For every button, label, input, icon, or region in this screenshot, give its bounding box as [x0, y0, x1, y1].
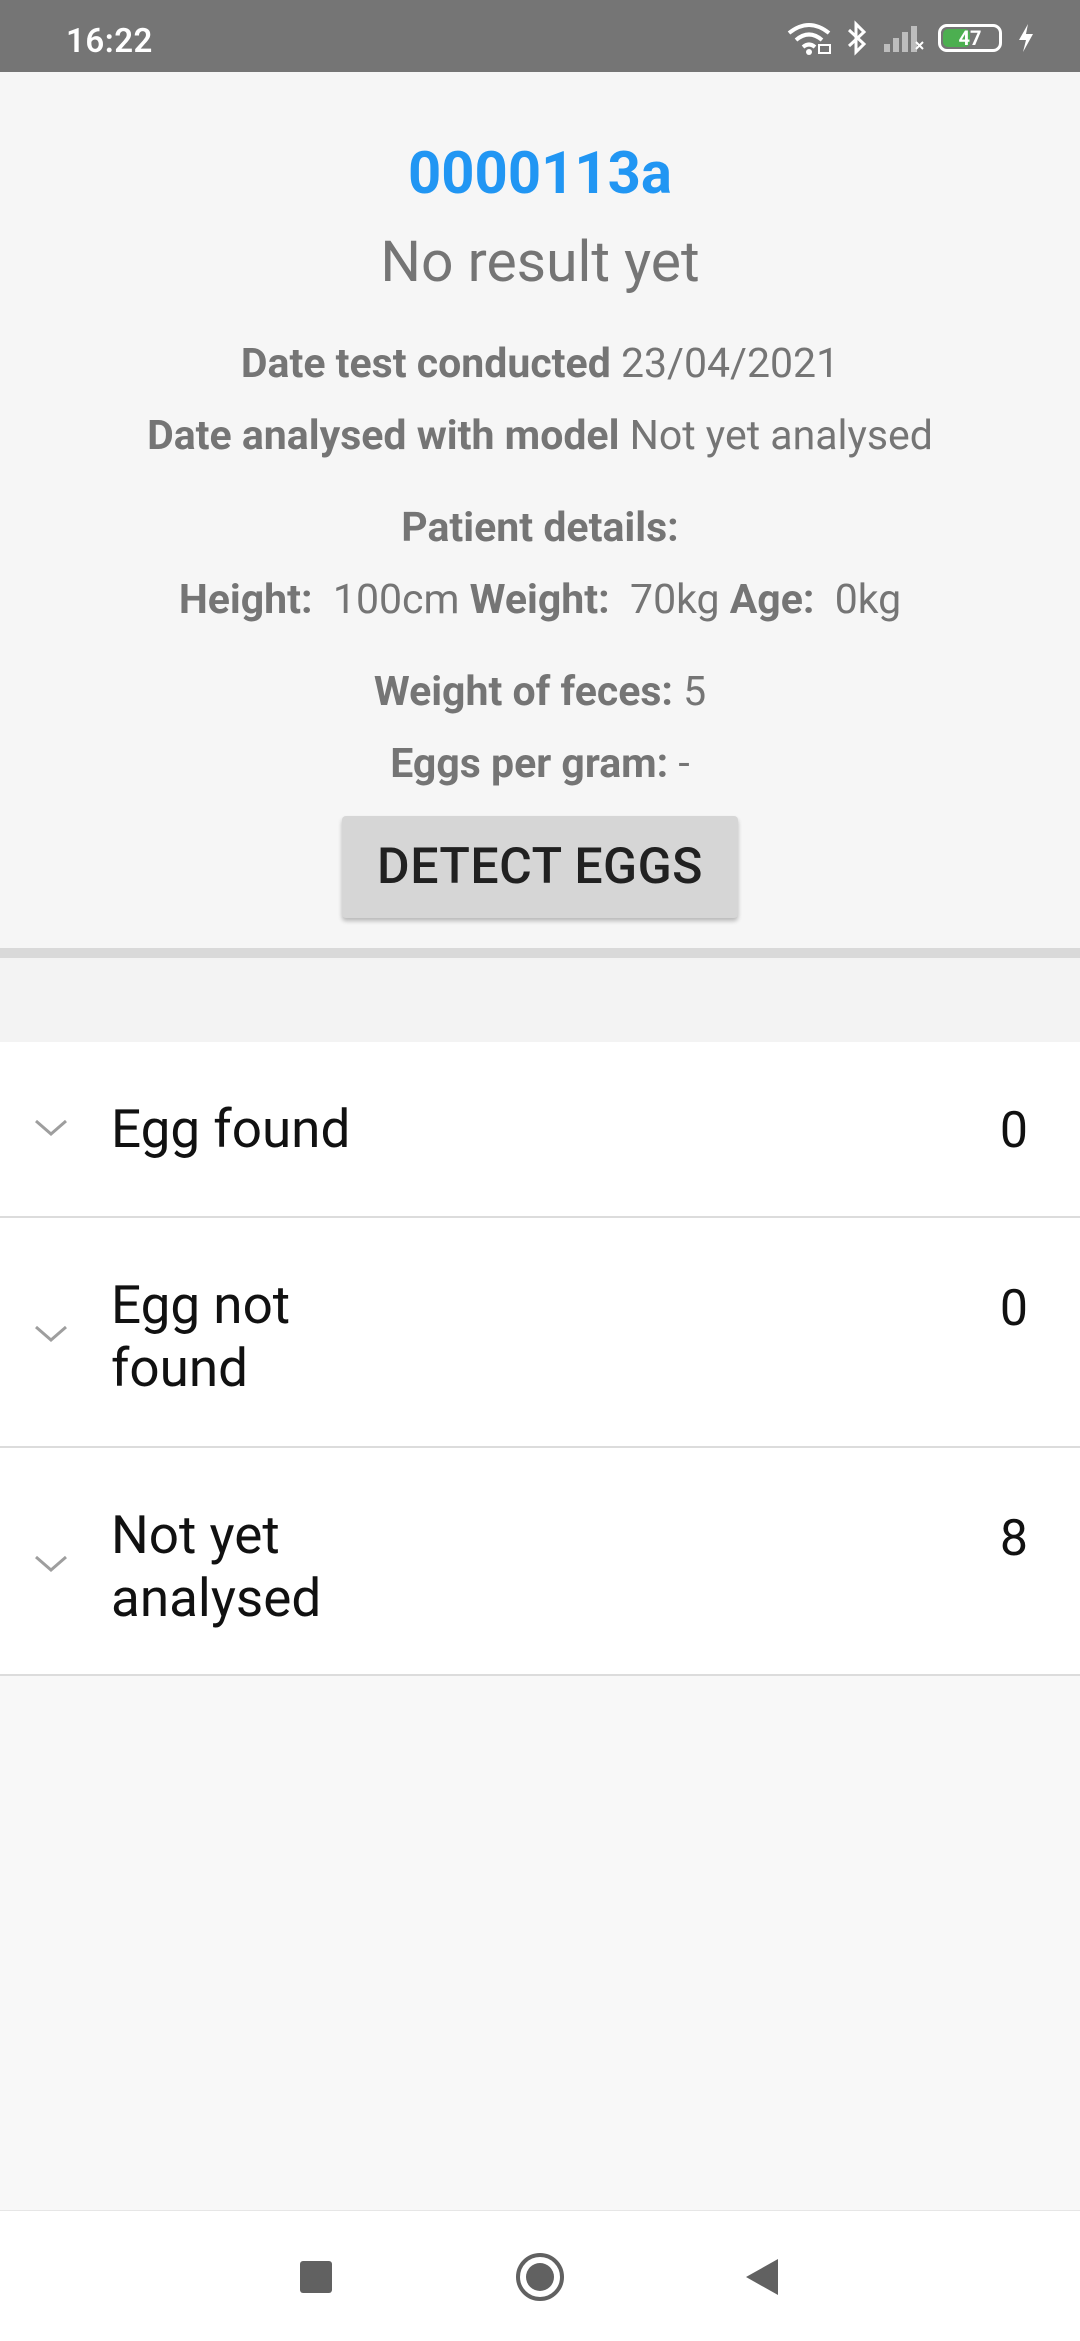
date-analysed-label: Date analysed with model	[147, 412, 620, 460]
age-value: 0kg	[834, 576, 902, 624]
back-button[interactable]	[736, 2251, 788, 2303]
feces-weight-row: Weight of feces: 5	[0, 668, 1080, 716]
group-not-yet-analysed[interactable]: Not yet analysed 8	[0, 1448, 1080, 1676]
chevron-down-icon	[34, 1554, 68, 1578]
height-label: Height:	[178, 576, 313, 624]
group-label: Egg not found	[111, 1274, 291, 1399]
signal-icon	[882, 22, 924, 54]
group-count: 0	[999, 1280, 1028, 1338]
sample-details: 0000113a No result yet Date test conduct…	[0, 72, 1080, 948]
charging-icon	[1016, 22, 1036, 54]
battery-level: 47	[958, 26, 982, 50]
home-button[interactable]	[514, 2251, 566, 2303]
chevron-down-icon	[34, 1324, 68, 1348]
group-label: Egg found	[111, 1098, 351, 1160]
weight-label: Weight:	[469, 576, 610, 624]
age-label: Age:	[729, 576, 815, 624]
feces-weight-label: Weight of feces:	[373, 668, 673, 716]
date-conducted-label: Date test conducted	[240, 340, 611, 388]
section-spacer	[0, 958, 1080, 1042]
section-divider	[0, 948, 1080, 958]
date-analysed-value: Not yet analysed	[629, 412, 933, 460]
patient-measurements-row: Height: 100cm Weight: 70kg Age: 0kg	[0, 576, 1080, 624]
detect-eggs-button[interactable]: DETECT EGGS	[342, 816, 738, 918]
system-navigation-bar	[0, 2210, 1080, 2341]
sample-id: 0000113a	[408, 140, 672, 208]
eggs-per-gram-label: Eggs per gram:	[390, 740, 669, 788]
date-analysed-row: Date analysed with model Not yet analyse…	[0, 412, 1080, 460]
group-count: 0	[999, 1102, 1028, 1160]
battery-icon: 47	[938, 24, 1002, 52]
recents-button[interactable]	[290, 2251, 342, 2303]
date-conducted-row: Date test conducted 23/04/2021	[0, 340, 1080, 388]
patient-details-heading: Patient details:	[0, 504, 1080, 552]
eggs-per-gram-row: Eggs per gram: -	[0, 740, 1080, 788]
group-egg-not-found[interactable]: Egg not found 0	[0, 1218, 1080, 1448]
chevron-down-icon	[34, 1118, 68, 1142]
group-egg-found[interactable]: Egg found 0	[0, 1042, 1080, 1218]
status-bar: 16:22 47	[0, 0, 1080, 72]
weight-value: 70kg	[630, 576, 720, 624]
status-icons: 47	[786, 18, 1036, 58]
date-conducted-value: 23/04/2021	[620, 340, 840, 388]
height-value: 100cm	[332, 576, 460, 624]
group-count: 8	[999, 1510, 1028, 1568]
feces-weight-value: 5	[683, 668, 707, 716]
eggs-per-gram-value: -	[678, 740, 690, 788]
wifi-icon	[786, 21, 832, 55]
result-text: No result yet	[380, 228, 700, 295]
bluetooth-icon	[846, 20, 868, 56]
group-label: Not yet analysed	[111, 1504, 322, 1629]
patient-details-label: Patient details:	[401, 504, 679, 552]
status-time: 16:22	[66, 22, 153, 61]
